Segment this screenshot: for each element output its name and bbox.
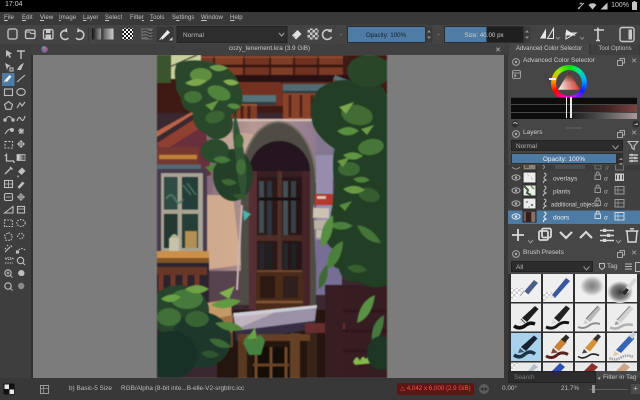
svg-text:α: α — [605, 165, 609, 172]
svg-text:α: α — [604, 215, 608, 222]
svg-text:α: α — [604, 202, 608, 209]
svg-text:Normal: Normal — [183, 32, 205, 39]
svg-text:plants: plants — [553, 189, 571, 196]
svg-text:doors: doors — [553, 215, 570, 222]
svg-text:overlays: overlays — [553, 176, 578, 183]
svg-text:additional_objects: additional_objects — [551, 203, 599, 209]
svg-text:α: α — [604, 176, 608, 183]
svg-text:Opacity: 100%: Opacity: 100% — [366, 32, 407, 39]
svg-text:α: α — [604, 189, 608, 196]
svg-text:Size: 40.00 px: Size: 40.00 px — [464, 32, 504, 39]
